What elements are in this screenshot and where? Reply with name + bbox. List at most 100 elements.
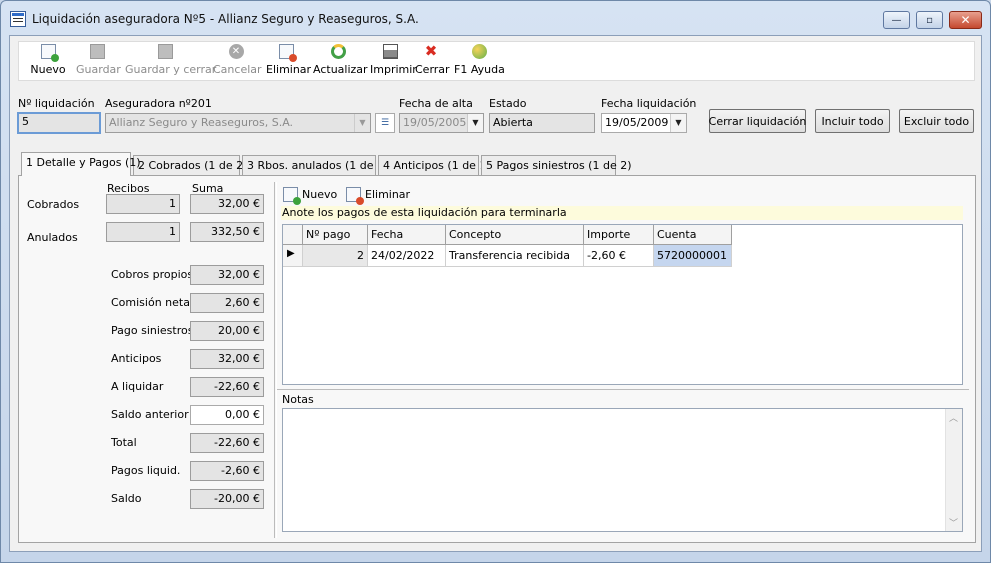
- delete-document-icon: [278, 44, 297, 62]
- table-cell-importe[interactable]: -2,60 €: [584, 245, 654, 267]
- grid-header-concepto[interactable]: Concepto: [446, 225, 584, 245]
- aseguradora-select[interactable]: Allianz Seguro y Reaseguros, S.A. ▼: [105, 113, 371, 133]
- toolbar-eliminar-button[interactable]: Eliminar: [266, 44, 311, 80]
- tab-cobrados[interactable]: 2 Cobrados (1 de 21): [133, 155, 254, 175]
- horizontal-divider: [277, 389, 969, 390]
- notas-textarea[interactable]: ︿ ﹀: [282, 408, 963, 532]
- grid-corner-header: [283, 225, 303, 245]
- toolbar-actualizar-button[interactable]: Actualizar: [313, 44, 368, 80]
- calendar-dropdown-icon: ▼: [467, 114, 483, 132]
- toolbar-guardar-button[interactable]: Guardar: [76, 44, 121, 80]
- toolbar: Nuevo Guardar Guardar y cerrar ✕ Cancela…: [18, 41, 975, 81]
- payments-hint: Anote los pagos de esta liquidación para…: [281, 206, 963, 220]
- table-cell-concepto[interactable]: Transferencia recibida: [446, 245, 584, 267]
- cerrar-liquidacion-button[interactable]: Cerrar liquidación: [709, 109, 806, 133]
- payments-grid[interactable]: Nº pago Fecha Concepto Importe Cuenta ▶ …: [282, 224, 963, 385]
- window-title: Liquidación aseguradora Nº5 - Allianz Se…: [32, 12, 419, 26]
- eliminar-pago-button[interactable]: Eliminar: [346, 185, 411, 205]
- toolbar-cerrar-button[interactable]: ✖ Cerrar: [415, 42, 450, 80]
- pagos-liquid-field: -2,60 €: [190, 461, 264, 481]
- total-field: -22,60 €: [190, 433, 264, 453]
- saldo-anterior-input[interactable]: 0,00 €: [190, 405, 264, 425]
- app-icon: [10, 11, 26, 27]
- printer-icon: [382, 44, 398, 59]
- comision-neta-field: 2,60 €: [190, 293, 264, 313]
- panel-splitter[interactable]: [274, 182, 277, 538]
- fecha-alta-field[interactable]: 19/05/2005 ▼: [399, 113, 484, 133]
- close-x-icon: ✖: [424, 42, 438, 60]
- maximize-button[interactable]: ▫: [916, 11, 943, 29]
- tab-pagos-siniestros[interactable]: 5 Pagos siniestros (1 de 2): [481, 155, 632, 175]
- eliminar-pago-label: Eliminar: [365, 187, 411, 201]
- table-cell-fecha[interactable]: 24/02/2022: [368, 245, 446, 267]
- aseguradora-label: Aseguradora nº201: [105, 97, 212, 110]
- fecha-liquidacion-value: 19/05/2009: [605, 116, 669, 129]
- estado-label: Estado: [489, 97, 527, 110]
- pago-siniestros-field: 20,00 €: [190, 321, 264, 341]
- toolbar-cancelar-button[interactable]: ✕ Cancelar: [213, 44, 262, 80]
- aseguradora-value: Allianz Seguro y Reaseguros, S.A.: [109, 116, 294, 129]
- insurer-lookup-button[interactable]: ☰: [375, 113, 395, 133]
- cancel-icon: ✕: [228, 44, 244, 59]
- cobros-propios-label: Cobros propios: [111, 268, 194, 281]
- toolbar-ayuda-button[interactable]: F1 Ayuda: [454, 44, 505, 80]
- fecha-alta-label: Fecha de alta: [399, 97, 473, 110]
- chevron-down-icon: ▼: [354, 114, 370, 132]
- anticipos-label: Anticipos: [111, 352, 162, 365]
- title-bar[interactable]: Liquidación aseguradora Nº5 - Allianz Se…: [1, 1, 990, 35]
- row-selector-arrow-icon[interactable]: ▶: [283, 245, 303, 267]
- anticipos-field: 32,00 €: [190, 349, 264, 369]
- nuevo-pago-button[interactable]: Nuevo: [283, 185, 338, 205]
- cobrados-recibos-field: 1: [106, 194, 180, 214]
- app-window: Liquidación aseguradora Nº5 - Allianz Se…: [0, 0, 991, 563]
- close-window-button[interactable]: ✕: [949, 11, 982, 29]
- anulados-recibos-field: 1: [106, 222, 180, 242]
- toolbar-imprimir-button[interactable]: Imprimir: [370, 44, 417, 80]
- scroll-up-icon[interactable]: ︿: [949, 411, 958, 424]
- grid-header-cuenta[interactable]: Cuenta: [654, 225, 732, 245]
- table-cell-num-pago[interactable]: 2: [303, 245, 368, 267]
- client-area: Nuevo Guardar Guardar y cerrar ✕ Cancela…: [9, 35, 982, 552]
- cobrados-label: Cobrados: [27, 198, 80, 211]
- incluir-todo-button[interactable]: Incluir todo: [815, 109, 890, 133]
- fecha-alta-value: 19/05/2005: [403, 116, 467, 129]
- cobrados-suma-field: 32,00 €: [190, 194, 264, 214]
- fecha-liquidacion-field[interactable]: 19/05/2009 ▼: [601, 113, 687, 133]
- estado-field: Abierta: [489, 113, 595, 133]
- help-icon: [471, 44, 487, 59]
- num-liquidacion-label: Nº liquidación: [18, 97, 95, 110]
- pagos-liquid-label: Pagos liquid.: [111, 464, 181, 477]
- saldo-label: Saldo: [111, 492, 142, 505]
- new-document-icon: [283, 186, 301, 205]
- minimize-button[interactable]: —: [883, 11, 910, 29]
- tab-panel-detalle: Recibos Suma Cobrados 1 32,00 € Anulados…: [18, 175, 976, 543]
- comision-neta-label: Comisión neta: [111, 296, 190, 309]
- saldo-field: -20,00 €: [190, 489, 264, 509]
- new-document-icon: [40, 44, 59, 62]
- fecha-liquidacion-label: Fecha liquidación: [601, 97, 697, 110]
- notes-scrollbar[interactable]: ︿ ﹀: [945, 409, 962, 531]
- tab-anticipos[interactable]: 4 Anticipos (1 de 1): [378, 155, 491, 175]
- grid-header-num-pago[interactable]: Nº pago: [303, 225, 368, 245]
- scroll-down-icon[interactable]: ﹀: [949, 516, 958, 529]
- table-cell-cuenta[interactable]: 5720000001: [654, 245, 732, 267]
- a-liquidar-label: A liquidar: [111, 380, 164, 393]
- cobros-propios-field: 32,00 €: [190, 265, 264, 285]
- calendar-dropdown-icon: ▼: [670, 114, 686, 132]
- excluir-todo-button[interactable]: Excluir todo: [899, 109, 974, 133]
- tab-rbos-anulados[interactable]: 3 Rbos. anulados (1 de 1): [242, 155, 388, 175]
- grid-header-importe[interactable]: Importe: [584, 225, 654, 245]
- anulados-suma-field: 332,50 €: [190, 222, 264, 242]
- delete-document-icon: [346, 186, 364, 205]
- save-close-icon: [157, 44, 173, 59]
- num-liquidacion-field[interactable]: 5: [17, 112, 101, 134]
- tab-detalle-pagos[interactable]: 1 Detalle y Pagos (1): [21, 152, 141, 176]
- grid-header-fecha[interactable]: Fecha: [368, 225, 446, 245]
- total-label: Total: [111, 436, 137, 449]
- pago-siniestros-label: Pago siniestros: [111, 324, 194, 337]
- refresh-icon: [330, 44, 346, 59]
- toolbar-nuevo-button[interactable]: Nuevo: [28, 44, 68, 80]
- saldo-anterior-label: Saldo anterior: [111, 408, 189, 421]
- nuevo-pago-label: Nuevo: [302, 187, 338, 201]
- toolbar-guardar-cerrar-button[interactable]: Guardar y cerrar: [125, 44, 216, 80]
